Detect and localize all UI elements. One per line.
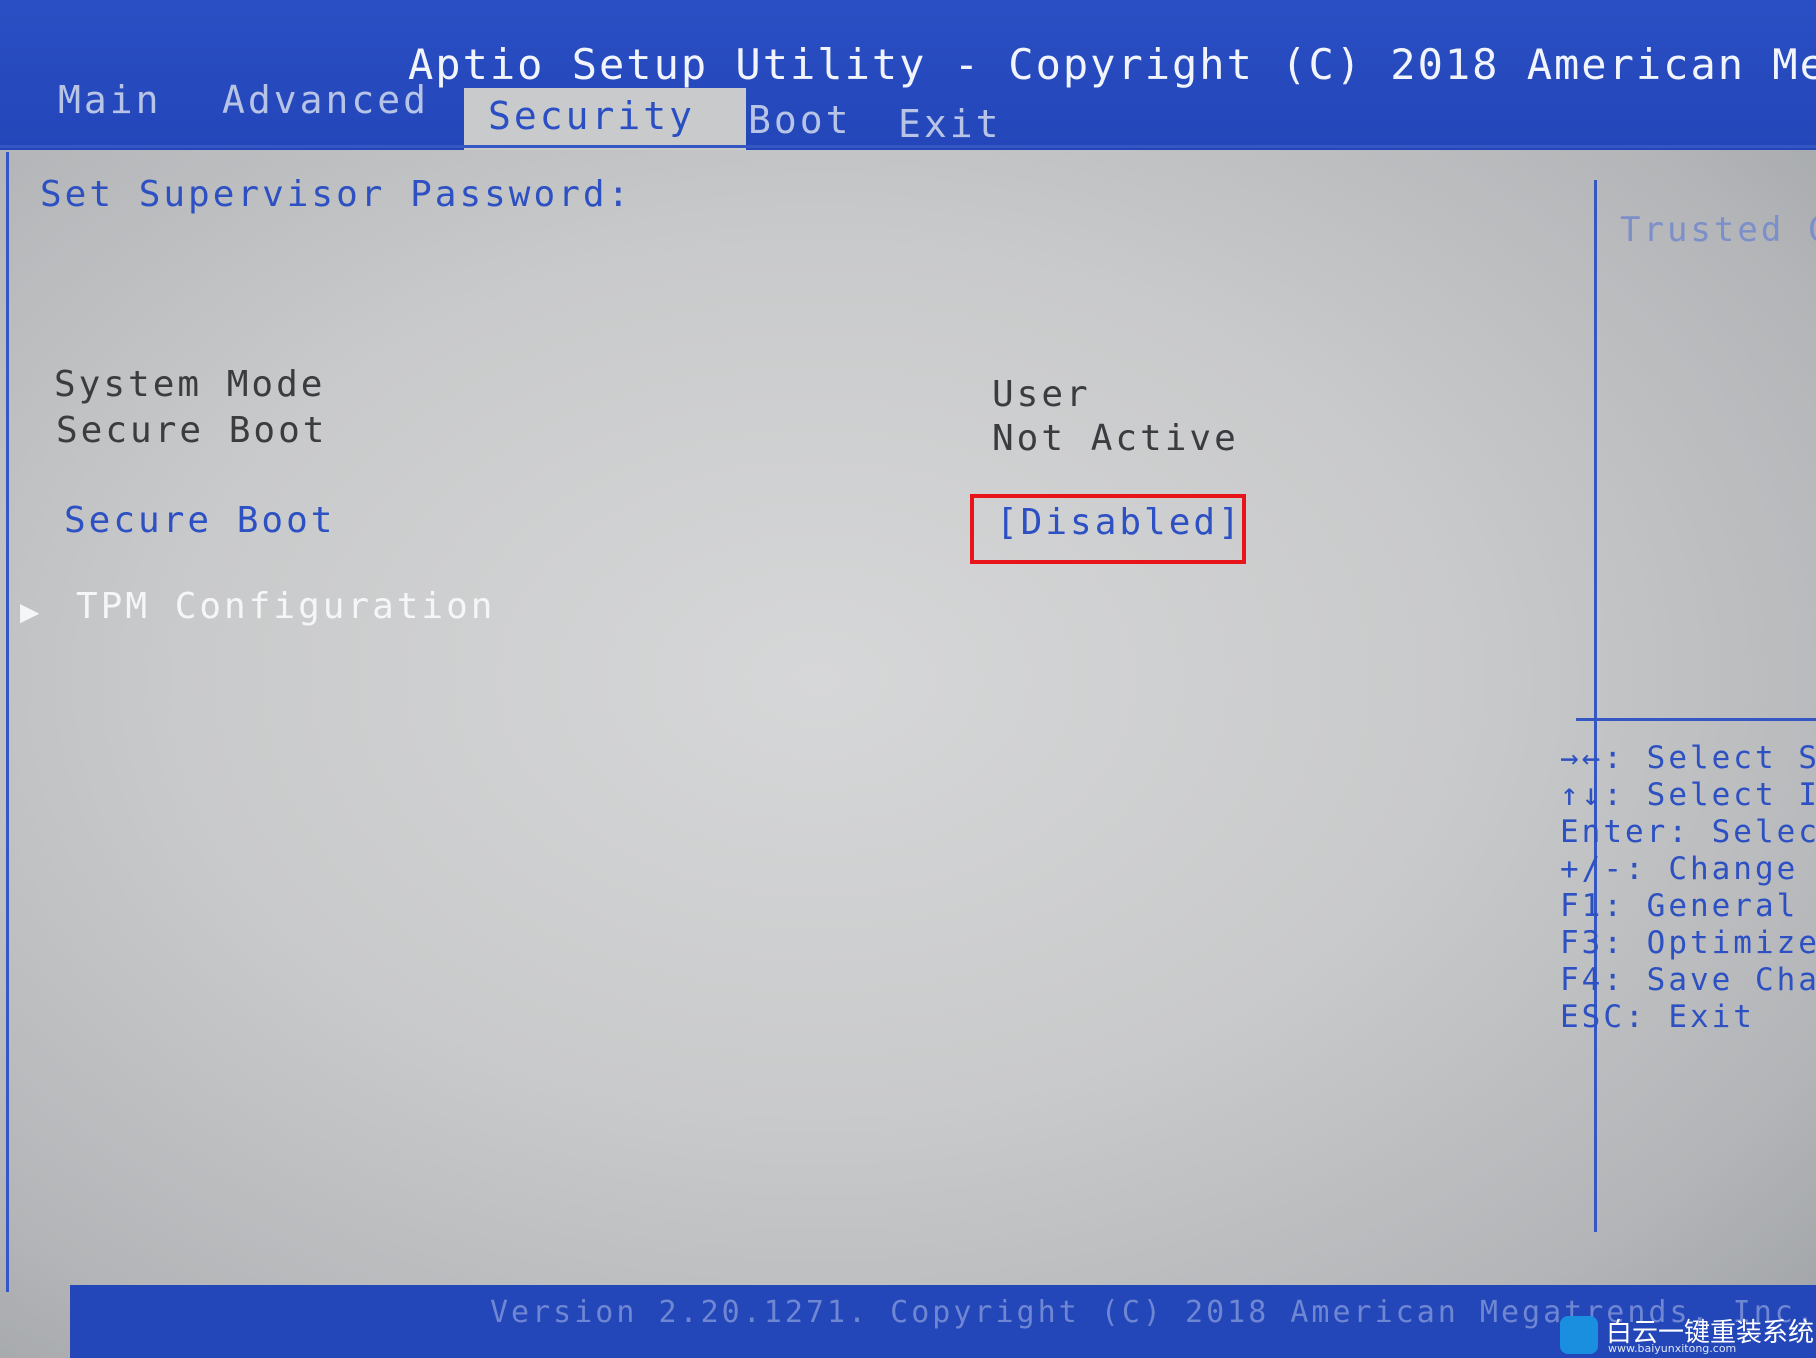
left-panel-border xyxy=(6,152,9,1292)
tpm-configuration-item[interactable]: TPM Configuration xyxy=(76,586,495,627)
tab-advanced[interactable]: Advanced xyxy=(222,78,429,122)
tab-security[interactable]: Security xyxy=(464,88,746,150)
key-help-list: →←: Select S ↑↓: Select I Enter: Selec +… xyxy=(1560,740,1816,1036)
key-help-item: F3: Optimized xyxy=(1560,925,1816,961)
bios-screen: Aptio Setup Utility - Copyright (C) 2018… xyxy=(0,0,1816,1358)
tab-exit[interactable]: Exit xyxy=(898,102,1002,146)
settings-panel: Set Supervisor Password: System Mode Use… xyxy=(20,152,1606,1262)
red-highlight-box xyxy=(970,494,1246,564)
key-help-item: +/-: Change O xyxy=(1560,851,1816,887)
system-mode-value: User xyxy=(992,374,1091,415)
watermark-url: www.baiyunxitong.com xyxy=(1608,1342,1737,1355)
watermark: 白云一键重装系统 www.baiyunxitong.com xyxy=(1560,1310,1816,1358)
secure-boot-status-value: Not Active xyxy=(992,418,1239,459)
bird-logo-icon xyxy=(1560,1316,1598,1354)
key-help-item: ESC: Exit xyxy=(1560,999,1755,1035)
set-supervisor-password-item[interactable]: Set Supervisor Password: xyxy=(40,174,632,215)
footer-bar: Version 2.20.1271. Copyright (C) 2018 Am… xyxy=(70,1285,1816,1358)
secure-boot-status-label: Secure Boot xyxy=(56,410,328,451)
header-bar: Aptio Setup Utility - Copyright (C) 2018… xyxy=(0,0,1816,150)
secure-boot-option-label[interactable]: Secure Boot xyxy=(64,500,335,541)
help-panel-rule xyxy=(1576,718,1816,721)
key-help-item: Enter: Selec xyxy=(1560,814,1816,850)
system-mode-label: System Mode xyxy=(54,364,326,405)
key-help-item: ↑↓: Select I xyxy=(1560,777,1816,813)
tab-boot[interactable]: Boot xyxy=(748,98,852,142)
key-help-item: F4: Save Chan xyxy=(1560,962,1816,998)
utility-title: Aptio Setup Utility - Copyright (C) 2018… xyxy=(408,40,1816,89)
key-help-item: F1: General H xyxy=(1560,888,1816,924)
submenu-arrow-icon: ▶ xyxy=(20,592,40,630)
header-divider xyxy=(0,145,1816,148)
help-description: Trusted C xyxy=(1620,210,1816,250)
tab-main[interactable]: Main xyxy=(58,78,162,122)
key-help-item: →←: Select S xyxy=(1560,740,1816,776)
